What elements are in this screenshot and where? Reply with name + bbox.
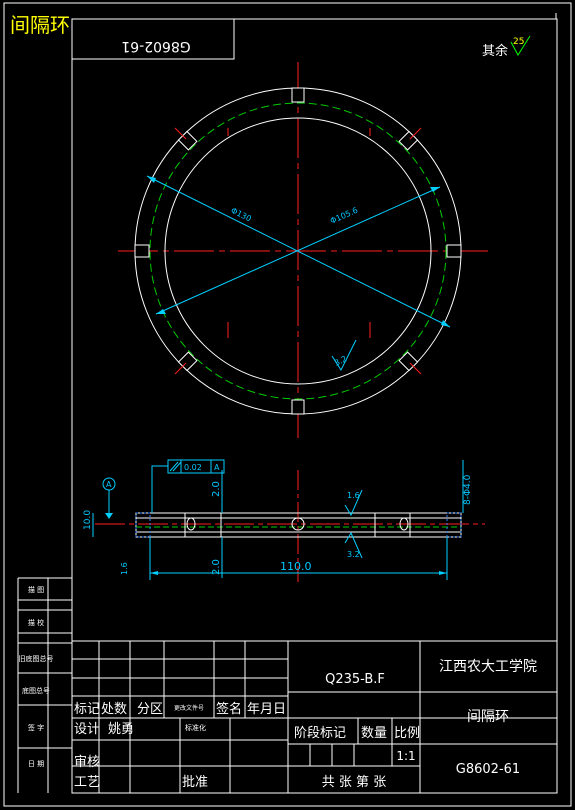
school: 江西农大工学院: [439, 659, 537, 675]
ring-roughness: 3.2: [333, 354, 348, 368]
sheets-label: 共 张 第 张: [322, 775, 386, 790]
designer: 姚勇: [108, 722, 134, 737]
tolerance-datum: A: [214, 463, 220, 472]
design-label: 设计: [74, 722, 100, 737]
standard-label: 标准化: [185, 723, 206, 732]
side-label-column: [17, 577, 72, 793]
width-label: 110.0: [280, 560, 312, 573]
ring-slot: [446, 244, 462, 258]
ring-slot: [291, 399, 305, 415]
part-name: 间隔环: [467, 709, 509, 725]
qty-label: 数量: [361, 726, 387, 741]
material: Q235-B.F: [325, 672, 385, 687]
left-note: 1.6: [120, 562, 129, 575]
ring-view: Φ130 Φ105.6 3.2: [118, 62, 488, 440]
drawing-no: G8602-61: [456, 762, 520, 777]
thickness-label: 10.0: [83, 510, 93, 530]
right-dia-label: 8-Φ4.0: [463, 474, 473, 505]
side-label: 签 字: [28, 723, 44, 732]
side-view: 0.02 A A 10.0 1.6 2.0 2.0 110.0 8-Φ4.0 1…: [83, 459, 485, 582]
header-mark: 标记: [74, 702, 100, 717]
inner-dia-label: Φ105.6: [329, 206, 359, 226]
header-sign: 签名: [216, 701, 242, 717]
title-overlay: 间隔环: [10, 13, 70, 37]
side-label: 旧底图总号: [19, 654, 54, 663]
rough-top: 1.6: [347, 491, 360, 500]
tolerance-value: 0.02: [184, 463, 202, 472]
side-label: 描 图: [28, 585, 44, 594]
datum-label: A: [106, 480, 112, 489]
header-date: 年月日: [247, 702, 286, 717]
review-label: 审核: [74, 755, 100, 770]
approve-label: 批准: [182, 775, 208, 790]
title-block-text: Q235-B.F 江西农大工学院 间隔环 G8602-61 1:1 标记 处数 …: [74, 659, 537, 790]
inner-frame: [71, 18, 558, 794]
side-label: 描 校: [28, 618, 44, 627]
roughness-prefix: 其余: [482, 43, 508, 59]
process-label: 工艺: [74, 775, 100, 790]
side-label: 底图总号: [22, 686, 50, 695]
scale: 1:1: [396, 749, 415, 763]
stage-label: 阶段标记: [294, 726, 346, 741]
rough-bottom: 3.2: [347, 550, 360, 559]
flipped-code: G8602-61: [121, 38, 190, 54]
ring-slot: [134, 244, 150, 258]
header-count: 处数: [101, 702, 127, 717]
header-zone: 分区: [137, 702, 163, 717]
roughness-value: 25: [513, 37, 524, 47]
header-file: 更改文件号: [174, 704, 204, 712]
offset-top-label: 2.0: [211, 481, 222, 497]
cad-drawing: 间隔环 G8602-61 其余 25 Φ130 Φ105.6 3.2 0.02 …: [3, 2, 572, 807]
ratio-label: 比例: [394, 726, 420, 741]
ring-slot: [291, 87, 305, 103]
side-label: 日 期: [28, 760, 44, 768]
outer-dia-label: Φ130: [229, 206, 252, 224]
